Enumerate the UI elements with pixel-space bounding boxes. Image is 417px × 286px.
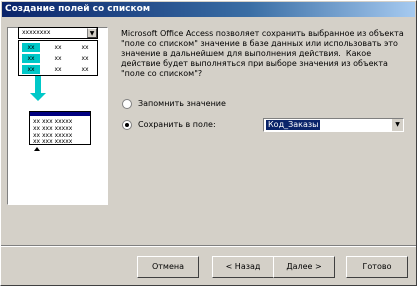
grid-cell: xx xyxy=(54,44,62,51)
grid-cell: xx xyxy=(22,43,40,52)
table-header-bar xyxy=(30,112,90,116)
field-select[interactable]: Код_Заказы ▼ xyxy=(263,118,404,132)
grid-cell: xx xyxy=(54,55,62,62)
illustration-field-table: xx xxx xxxxx xx xxx xxxxx xx xxx xxxxx x… xyxy=(29,111,91,145)
radio-store-in-field-label[interactable]: Сохранить в поле: xyxy=(138,120,216,130)
grid-cell: xx xyxy=(22,65,40,74)
chevron-down-icon[interactable]: ▼ xyxy=(391,119,403,131)
grid-cell: xx xyxy=(22,54,40,63)
grid-cell: xx xyxy=(81,66,89,73)
cancel-button[interactable]: Отмена xyxy=(137,256,199,278)
grid-cell: xx xyxy=(81,44,89,51)
radio-remember-value-label[interactable]: Запомнить значение xyxy=(138,99,226,109)
footer-divider xyxy=(1,245,416,247)
field-select-value: Код_Заказы xyxy=(266,120,321,130)
table-row: xx xxx xxxxx xyxy=(33,118,73,125)
arrow-head-icon xyxy=(30,93,46,101)
title-bar: Создание полей со списком xyxy=(2,2,415,17)
table-row: xx xxx xxxxx xyxy=(33,125,73,132)
illustration-combo-text: xxxxxxxx xyxy=(22,29,51,36)
arrow-down-icon xyxy=(35,76,41,94)
wizard-window: Создание полей со списком xxxxxxxx ▼ xx … xyxy=(0,0,417,286)
table-row: xx xxx xxxxx xyxy=(33,138,73,145)
back-button[interactable]: < Назад xyxy=(212,256,274,278)
chevron-down-icon: ▼ xyxy=(87,28,97,38)
description-text: Microsoft Office Access позволяет сохран… xyxy=(121,29,407,78)
grid-cell: xx xyxy=(81,55,89,62)
radio-remember-value[interactable] xyxy=(122,99,132,109)
finish-button[interactable]: Готово xyxy=(346,256,408,278)
illustration-combo: xxxxxxxx ▼ xyxy=(18,27,98,39)
caret-up-icon xyxy=(34,147,40,151)
next-button[interactable]: Далее > xyxy=(273,256,335,278)
radio-store-in-field[interactable] xyxy=(122,120,132,130)
grid-cell: xx xyxy=(54,66,62,73)
illustration-grid: xx xx xx xx xx xx xx xx xx xyxy=(18,40,98,76)
